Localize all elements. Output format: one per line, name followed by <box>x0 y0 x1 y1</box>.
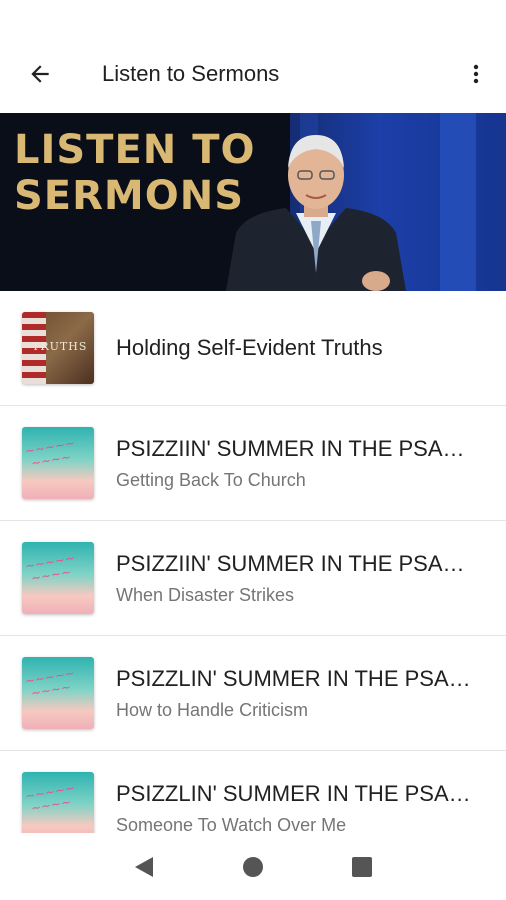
status-bar <box>0 0 506 36</box>
app-toolbar: Listen to Sermons <box>0 36 506 112</box>
thumbnail-script-art: ~~~~~ ~~~~ <box>23 780 76 817</box>
system-nav-bar <box>0 833 506 900</box>
nav-recents-button[interactable] <box>342 847 382 887</box>
thumbnail-script-art: ~~~~~ ~~~~ <box>23 435 76 472</box>
sermon-subtitle: Someone To Watch Over Me <box>116 814 347 834</box>
banner-heading: LISTEN TO SERMONS <box>14 127 255 219</box>
back-button[interactable] <box>12 46 68 102</box>
sermon-item[interactable]: ~~~~~ ~~~~ PSIZZIIN' SUMMER IN THE PSALM… <box>0 521 506 636</box>
sermon-item[interactable]: ~~~~~ ~~~~ PSIZZLIN' SUMMER IN THE PSALM… <box>0 751 506 833</box>
thumbnail-caption: TRUTHS <box>32 340 88 353</box>
sermon-item[interactable]: ~~~~~ ~~~~ PSIZZLIN' SUMMER IN THE PSALM… <box>0 636 506 751</box>
arrow-left-icon <box>31 65 49 83</box>
page-title: Listen to Sermons <box>102 61 280 86</box>
more-options-button[interactable] <box>452 46 500 102</box>
more-vertical-icon <box>473 64 479 84</box>
sermon-title: PSIZZIIN' SUMMER IN THE PSALMS <box>116 550 474 576</box>
thumbnail-script-art: ~~~~~ ~~~~ <box>23 665 76 702</box>
sermon-item[interactable]: ~~~~~ ~~~~ PSIZZIIN' SUMMER IN THE PSALM… <box>0 406 506 521</box>
sermon-thumbnail: ~~~~~ ~~~~ <box>22 542 94 614</box>
sermon-thumbnail: ~~~~~ ~~~~ <box>22 657 94 729</box>
banner-line-2: SERMONS <box>14 173 245 219</box>
banner-line-1: LISTEN TO <box>14 127 256 173</box>
triangle-back-icon <box>135 856 154 877</box>
thumbnail-script-art: ~~~~~ ~~~~ <box>23 550 76 587</box>
sermon-title: PSIZZLIN' SUMMER IN THE PSALMS <box>116 665 474 691</box>
sermon-subtitle: Getting Back To Church <box>116 469 306 490</box>
sermon-list: TRUTHS Holding Self-Evident Truths ~~~~~… <box>0 291 506 833</box>
sermon-subtitle: When Disaster Strikes <box>116 584 295 605</box>
sermon-thumbnail: TRUTHS <box>22 312 94 384</box>
banner-light-stripe <box>440 113 476 291</box>
sermon-thumbnail: ~~~~~ ~~~~ <box>22 772 94 833</box>
sermon-title: Holding Self-Evident Truths <box>116 335 383 360</box>
sermon-title: PSIZZLIN' SUMMER IN THE PSALMS <box>116 780 474 806</box>
nav-home-button[interactable] <box>233 847 273 887</box>
sermon-thumbnail: ~~~~~ ~~~~ <box>22 427 94 499</box>
sermon-subtitle: How to Handle Criticism <box>116 699 309 720</box>
circle-home-icon <box>242 856 263 877</box>
sermon-title: PSIZZIIN' SUMMER IN THE PSALMS <box>116 435 474 461</box>
square-recents-icon <box>351 856 372 877</box>
sermon-item[interactable]: TRUTHS Holding Self-Evident Truths <box>0 291 506 406</box>
sermons-banner: LISTEN TO SERMONS <box>0 113 506 291</box>
nav-back-button[interactable] <box>124 847 164 887</box>
